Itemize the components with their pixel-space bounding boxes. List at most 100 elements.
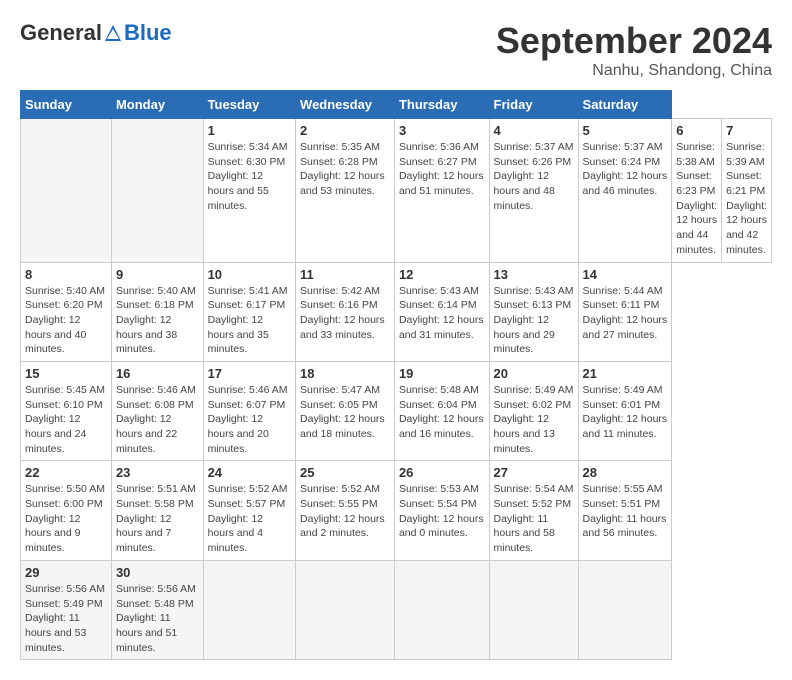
day-info: Sunrise: 5:49 AM Sunset: 6:02 PM Dayligh… [494, 383, 574, 456]
calendar-day-cell: 6 Sunrise: 5:38 AM Sunset: 6:23 PM Dayli… [672, 119, 722, 263]
day-number: 28 [583, 465, 668, 480]
day-number: 18 [300, 366, 390, 381]
calendar-day-cell: 22 Sunrise: 5:50 AM Sunset: 6:00 PM Dayl… [21, 461, 112, 560]
day-info: Sunrise: 5:45 AM Sunset: 6:10 PM Dayligh… [25, 383, 107, 456]
day-info: Sunrise: 5:42 AM Sunset: 6:16 PM Dayligh… [300, 284, 390, 343]
day-info: Sunrise: 5:36 AM Sunset: 6:27 PM Dayligh… [399, 140, 485, 199]
calendar-day-cell: 25 Sunrise: 5:52 AM Sunset: 5:55 PM Dayl… [296, 461, 395, 560]
calendar-day-cell: 5 Sunrise: 5:37 AM Sunset: 6:24 PM Dayli… [578, 119, 672, 263]
calendar-day-cell: 8 Sunrise: 5:40 AM Sunset: 6:20 PM Dayli… [21, 262, 112, 361]
calendar-week-row: 22 Sunrise: 5:50 AM Sunset: 6:00 PM Dayl… [21, 461, 772, 560]
day-number: 27 [494, 465, 574, 480]
weekday-header-sunday: Sunday [21, 91, 112, 119]
day-number: 23 [116, 465, 199, 480]
empty-cell [111, 119, 203, 263]
day-number: 25 [300, 465, 390, 480]
logo-general-text: General [20, 20, 102, 46]
day-number: 7 [726, 123, 767, 138]
day-number: 19 [399, 366, 485, 381]
calendar-day-cell: 7 Sunrise: 5:39 AM Sunset: 6:21 PM Dayli… [722, 119, 772, 263]
day-number: 15 [25, 366, 107, 381]
day-info: Sunrise: 5:43 AM Sunset: 6:13 PM Dayligh… [494, 284, 574, 357]
logo-blue-text: Blue [124, 20, 172, 46]
day-info: Sunrise: 5:47 AM Sunset: 6:05 PM Dayligh… [300, 383, 390, 442]
day-number: 1 [208, 123, 291, 138]
calendar-day-cell: 4 Sunrise: 5:37 AM Sunset: 6:26 PM Dayli… [489, 119, 578, 263]
calendar-day-cell: 24 Sunrise: 5:52 AM Sunset: 5:57 PM Dayl… [203, 461, 295, 560]
calendar-day-cell: 28 Sunrise: 5:55 AM Sunset: 5:51 PM Dayl… [578, 461, 672, 560]
calendar-table: SundayMondayTuesdayWednesdayThursdayFrid… [20, 90, 772, 660]
empty-cell [394, 560, 489, 659]
calendar-day-cell: 23 Sunrise: 5:51 AM Sunset: 5:58 PM Dayl… [111, 461, 203, 560]
day-number: 12 [399, 267, 485, 282]
day-number: 21 [583, 366, 668, 381]
calendar-day-cell: 9 Sunrise: 5:40 AM Sunset: 6:18 PM Dayli… [111, 262, 203, 361]
day-number: 2 [300, 123, 390, 138]
page-header: General Blue September 2024 Nanhu, Shand… [20, 20, 772, 80]
day-info: Sunrise: 5:41 AM Sunset: 6:17 PM Dayligh… [208, 284, 291, 357]
calendar-week-row: 1 Sunrise: 5:34 AM Sunset: 6:30 PM Dayli… [21, 119, 772, 263]
day-number: 9 [116, 267, 199, 282]
day-info: Sunrise: 5:46 AM Sunset: 6:07 PM Dayligh… [208, 383, 291, 456]
empty-cell [578, 560, 672, 659]
empty-cell [489, 560, 578, 659]
calendar-day-cell: 26 Sunrise: 5:53 AM Sunset: 5:54 PM Dayl… [394, 461, 489, 560]
day-info: Sunrise: 5:40 AM Sunset: 6:20 PM Dayligh… [25, 284, 107, 357]
calendar-day-cell: 1 Sunrise: 5:34 AM Sunset: 6:30 PM Dayli… [203, 119, 295, 263]
day-number: 16 [116, 366, 199, 381]
weekday-header-thursday: Thursday [394, 91, 489, 119]
day-info: Sunrise: 5:37 AM Sunset: 6:26 PM Dayligh… [494, 140, 574, 213]
calendar-day-cell: 14 Sunrise: 5:44 AM Sunset: 6:11 PM Dayl… [578, 262, 672, 361]
day-info: Sunrise: 5:54 AM Sunset: 5:52 PM Dayligh… [494, 482, 574, 555]
day-number: 20 [494, 366, 574, 381]
day-info: Sunrise: 5:43 AM Sunset: 6:14 PM Dayligh… [399, 284, 485, 343]
day-number: 14 [583, 267, 668, 282]
day-info: Sunrise: 5:34 AM Sunset: 6:30 PM Dayligh… [208, 140, 291, 213]
calendar-day-cell: 11 Sunrise: 5:42 AM Sunset: 6:16 PM Dayl… [296, 262, 395, 361]
calendar-day-cell: 16 Sunrise: 5:46 AM Sunset: 6:08 PM Dayl… [111, 361, 203, 460]
weekday-header-row: SundayMondayTuesdayWednesdayThursdayFrid… [21, 91, 772, 119]
weekday-header-friday: Friday [489, 91, 578, 119]
day-info: Sunrise: 5:56 AM Sunset: 5:49 PM Dayligh… [25, 582, 107, 655]
calendar-day-cell: 17 Sunrise: 5:46 AM Sunset: 6:07 PM Dayl… [203, 361, 295, 460]
calendar-day-cell: 21 Sunrise: 5:49 AM Sunset: 6:01 PM Dayl… [578, 361, 672, 460]
calendar-day-cell: 2 Sunrise: 5:35 AM Sunset: 6:28 PM Dayli… [296, 119, 395, 263]
calendar-day-cell: 13 Sunrise: 5:43 AM Sunset: 6:13 PM Dayl… [489, 262, 578, 361]
weekday-header-wednesday: Wednesday [296, 91, 395, 119]
day-number: 8 [25, 267, 107, 282]
calendar-week-row: 8 Sunrise: 5:40 AM Sunset: 6:20 PM Dayli… [21, 262, 772, 361]
day-info: Sunrise: 5:37 AM Sunset: 6:24 PM Dayligh… [583, 140, 668, 199]
day-number: 30 [116, 565, 199, 580]
calendar-day-cell: 29 Sunrise: 5:56 AM Sunset: 5:49 PM Dayl… [21, 560, 112, 659]
day-info: Sunrise: 5:50 AM Sunset: 6:00 PM Dayligh… [25, 482, 107, 555]
day-info: Sunrise: 5:35 AM Sunset: 6:28 PM Dayligh… [300, 140, 390, 199]
day-info: Sunrise: 5:46 AM Sunset: 6:08 PM Dayligh… [116, 383, 199, 456]
day-number: 26 [399, 465, 485, 480]
calendar-day-cell: 30 Sunrise: 5:56 AM Sunset: 5:48 PM Dayl… [111, 560, 203, 659]
day-number: 3 [399, 123, 485, 138]
day-number: 13 [494, 267, 574, 282]
logo: General Blue [20, 20, 172, 46]
empty-cell [21, 119, 112, 263]
day-info: Sunrise: 5:44 AM Sunset: 6:11 PM Dayligh… [583, 284, 668, 343]
day-number: 11 [300, 267, 390, 282]
day-number: 6 [676, 123, 717, 138]
calendar-day-cell: 12 Sunrise: 5:43 AM Sunset: 6:14 PM Dayl… [394, 262, 489, 361]
calendar-day-cell: 18 Sunrise: 5:47 AM Sunset: 6:05 PM Dayl… [296, 361, 395, 460]
calendar-day-cell: 19 Sunrise: 5:48 AM Sunset: 6:04 PM Dayl… [394, 361, 489, 460]
day-info: Sunrise: 5:52 AM Sunset: 5:57 PM Dayligh… [208, 482, 291, 555]
logo-icon [103, 23, 123, 43]
day-number: 24 [208, 465, 291, 480]
day-info: Sunrise: 5:53 AM Sunset: 5:54 PM Dayligh… [399, 482, 485, 541]
day-info: Sunrise: 5:52 AM Sunset: 5:55 PM Dayligh… [300, 482, 390, 541]
calendar-day-cell: 15 Sunrise: 5:45 AM Sunset: 6:10 PM Dayl… [21, 361, 112, 460]
day-number: 4 [494, 123, 574, 138]
day-info: Sunrise: 5:39 AM Sunset: 6:21 PM Dayligh… [726, 140, 767, 258]
calendar-day-cell: 10 Sunrise: 5:41 AM Sunset: 6:17 PM Dayl… [203, 262, 295, 361]
day-number: 17 [208, 366, 291, 381]
day-number: 10 [208, 267, 291, 282]
day-number: 29 [25, 565, 107, 580]
day-info: Sunrise: 5:56 AM Sunset: 5:48 PM Dayligh… [116, 582, 199, 655]
day-info: Sunrise: 5:51 AM Sunset: 5:58 PM Dayligh… [116, 482, 199, 555]
calendar-week-row: 15 Sunrise: 5:45 AM Sunset: 6:10 PM Dayl… [21, 361, 772, 460]
